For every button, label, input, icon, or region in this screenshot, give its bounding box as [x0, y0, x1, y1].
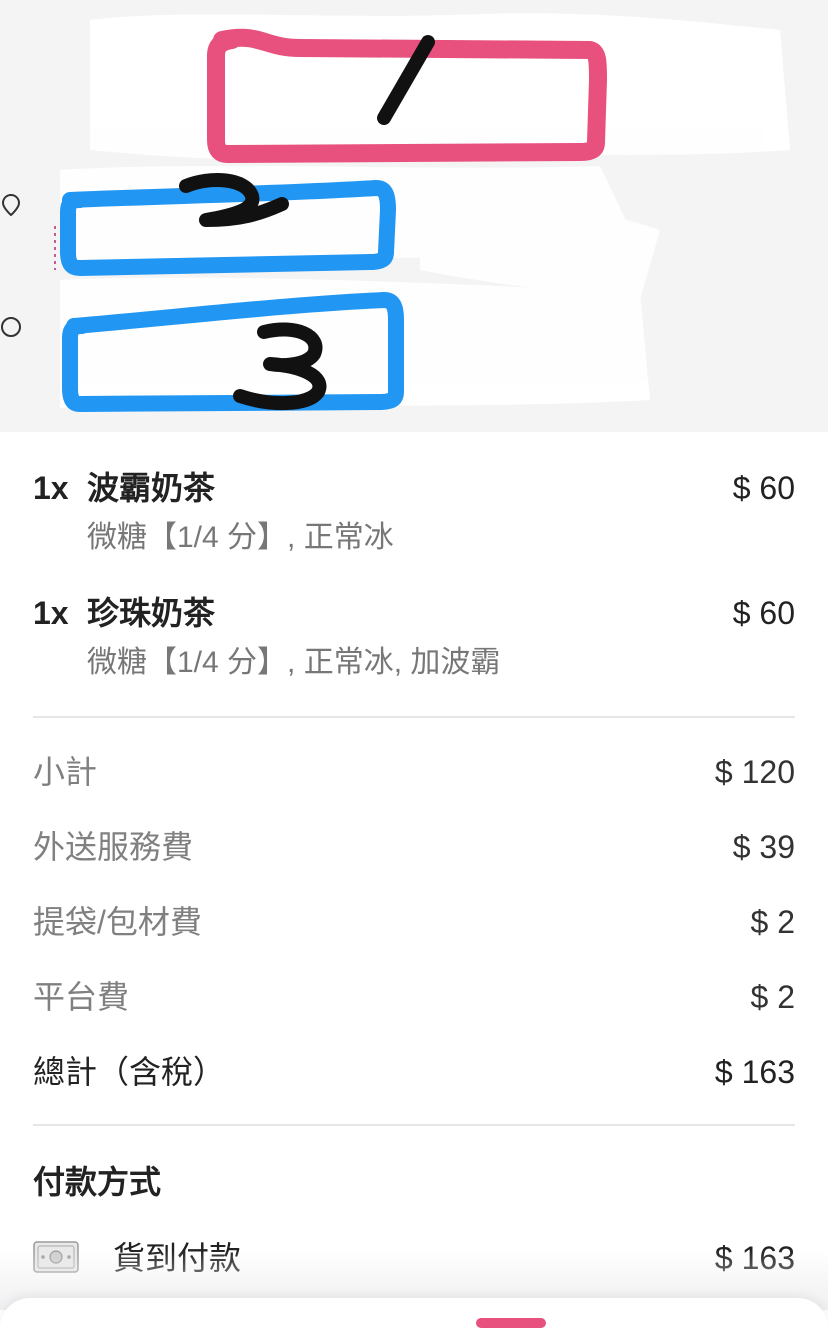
payment-method-row[interactable]: 貨到付款 $ 163 — [33, 1238, 795, 1280]
bag-fee-label: 提袋/包材費 — [33, 904, 202, 940]
item-price: $ 60 — [732, 470, 795, 506]
platform-fee-value: $ 2 — [750, 979, 795, 1015]
order-item: 1x 波霸奶茶 $ 60 微糖【1/4 分】, 正常冰 — [33, 470, 795, 570]
order-item: 1x 珍珠奶茶 $ 60 微糖【1/4 分】, 正常冰, 加波霸 — [33, 595, 795, 695]
total-label: 總計（含稅） — [33, 1054, 226, 1090]
item-name: 波霸奶茶 — [87, 470, 216, 506]
payment-method-title: 付款方式 — [33, 1164, 162, 1200]
total-value: $ 163 — [714, 1054, 795, 1090]
redacted-address-area — [0, 0, 828, 432]
item-quantity: 1x — [33, 595, 69, 631]
item-price: $ 60 — [732, 595, 795, 631]
subtotal-label: 小計 — [33, 754, 98, 790]
dropoff-pin-icon — [1, 317, 21, 337]
whiteout-scribbles — [60, 13, 790, 408]
divider — [33, 1124, 795, 1126]
delivery-fee-value: $ 39 — [732, 829, 795, 865]
item-options: 微糖【1/4 分】, 正常冰, 加波霸 — [87, 646, 501, 679]
bag-fee-row: 提袋/包材費 $ 2 — [33, 902, 795, 942]
divider — [33, 716, 795, 718]
cash-icon — [33, 1241, 79, 1273]
platform-fee-label: 平台費 — [33, 979, 130, 1015]
platform-fee-row: 平台費 $ 2 — [33, 977, 795, 1017]
subtotal-row: 小計 $ 120 — [33, 752, 795, 792]
pickup-pin-icon — [1, 194, 21, 216]
subtotal-value: $ 120 — [714, 754, 795, 790]
delivery-fee-label: 外送服務費 — [33, 829, 194, 865]
item-quantity: 1x — [33, 470, 69, 506]
payment-method-label: 貨到付款 — [113, 1240, 242, 1276]
bottom-sheet[interactable] — [0, 1298, 828, 1338]
sheet-handle[interactable] — [476, 1318, 546, 1328]
bag-fee-value: $ 2 — [750, 904, 795, 940]
item-options: 微糖【1/4 分】, 正常冰 — [87, 521, 394, 554]
total-row: 總計（含稅） $ 163 — [33, 1052, 795, 1092]
payment-amount: $ 163 — [714, 1240, 795, 1276]
marker-annotations — [54, 13, 790, 412]
item-name: 珍珠奶茶 — [87, 595, 216, 631]
delivery-fee-row: 外送服務費 $ 39 — [33, 827, 795, 867]
